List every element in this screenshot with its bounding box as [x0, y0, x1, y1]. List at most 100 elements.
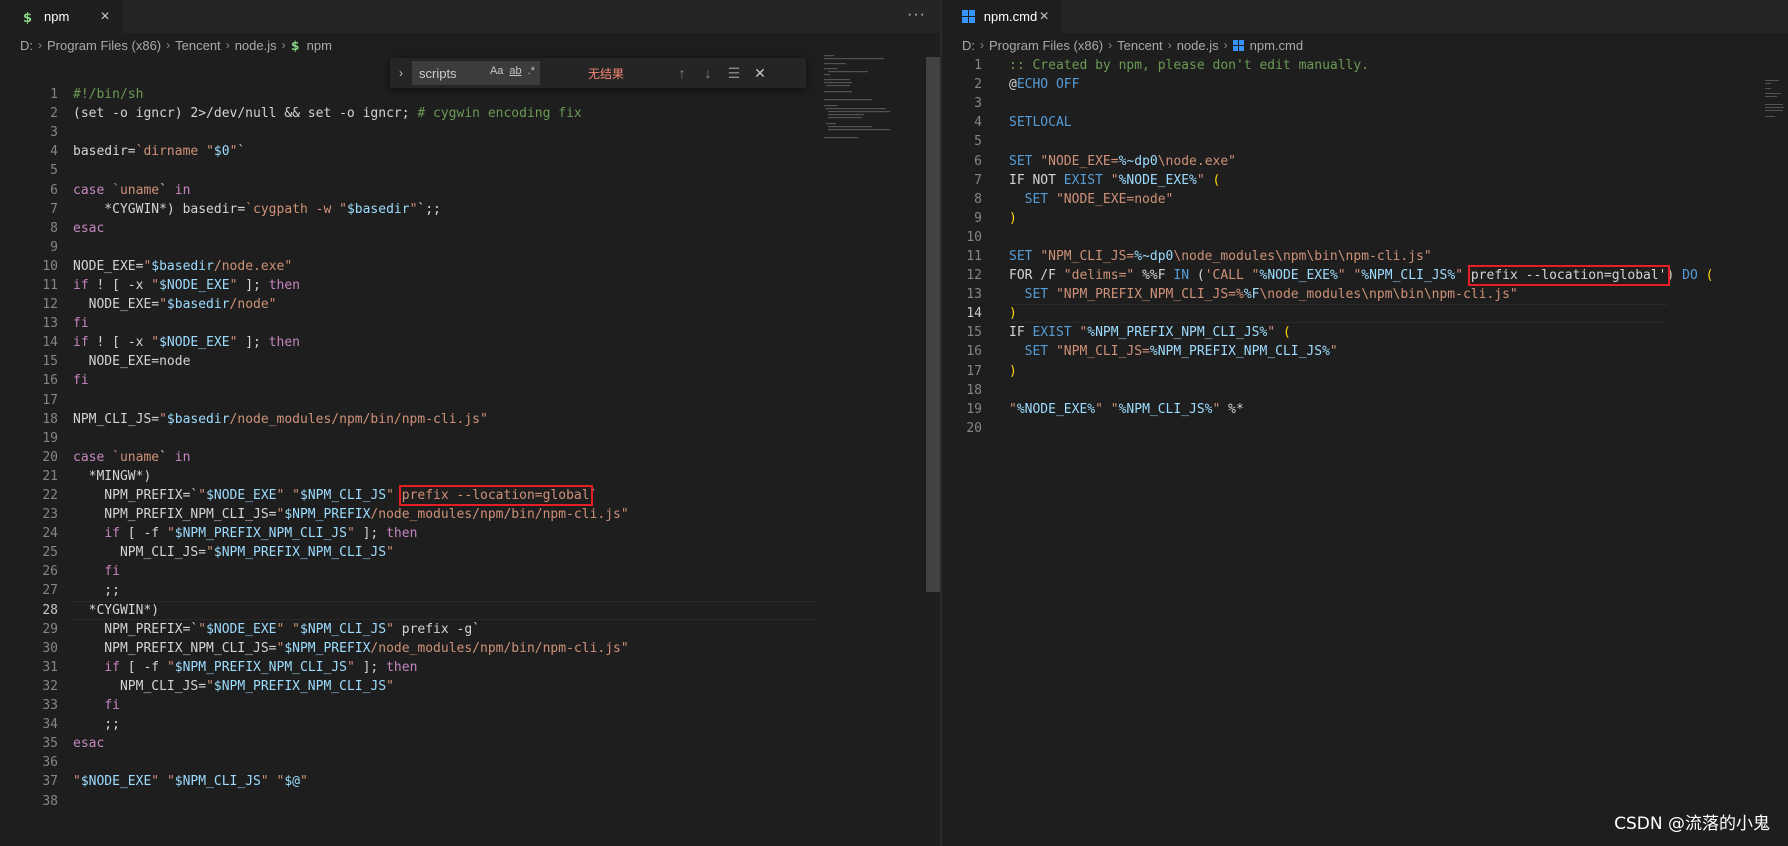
- code-line[interactable]: 23 NPM_PREFIX_NPM_CLI_JS="$NPM_PREFIX/no…: [0, 505, 940, 524]
- breadcrumb-item[interactable]: node.js: [235, 38, 277, 53]
- breadcrumb-item[interactable]: Tencent: [1117, 38, 1163, 53]
- code-line[interactable]: 1:: Created by npm, please don't edit ma…: [942, 56, 1788, 75]
- code-editor[interactable]: 1:: Created by npm, please don't edit ma…: [942, 56, 1788, 438]
- code-line[interactable]: 15 NODE_EXE=node: [0, 352, 940, 371]
- line-number: 12: [42, 297, 58, 313]
- breadcrumb-item[interactable]: Program Files (x86): [989, 38, 1103, 53]
- code-text: basedir=`dirname "$0"`: [73, 144, 246, 160]
- code-line[interactable]: 33 fi: [0, 696, 940, 715]
- code-line[interactable]: 6 SET "NODE_EXE=%~dp0\node.exe": [942, 151, 1788, 170]
- code-line[interactable]: 5: [942, 132, 1788, 151]
- code-line[interactable]: 7 IF NOT EXIST "%NODE_EXE%" (: [942, 171, 1788, 190]
- code-line[interactable]: 13 SET "NPM_PREFIX_NPM_CLI_JS=%%F\node_m…: [942, 285, 1788, 304]
- code-line[interactable]: 4 SETLOCAL: [942, 113, 1788, 132]
- code-line[interactable]: 19 "%NODE_EXE%" "%NPM_CLI_JS%" %*: [942, 400, 1788, 419]
- code-line[interactable]: 28 *CYGWIN*): [0, 600, 940, 620]
- code-line[interactable]: 8 SET "NODE_EXE=node": [942, 190, 1788, 209]
- code-line[interactable]: 5: [0, 161, 940, 180]
- breadcrumb-item[interactable]: node.js: [1177, 38, 1219, 53]
- code-text: fi: [73, 316, 89, 332]
- code-line[interactable]: 20 case `uname` in: [0, 448, 940, 467]
- breadcrumb-item[interactable]: D:: [20, 38, 33, 53]
- code-line[interactable]: 27 ;;: [0, 581, 940, 600]
- match-case-toggle[interactable]: Aa: [490, 65, 503, 77]
- code-line[interactable]: 2 (set -o igncr) 2>/dev/null && set -o ig…: [0, 104, 940, 123]
- code-line[interactable]: 7 *CYGWIN*) basedir=`cygpath -w "$basedi…: [0, 200, 940, 219]
- code-line[interactable]: 9): [942, 209, 1788, 228]
- breadcrumb-item[interactable]: D:: [962, 38, 975, 53]
- code-line[interactable]: 26 fi: [0, 562, 940, 581]
- code-line[interactable]: 30 NPM_PREFIX_NPM_CLI_JS="$NPM_PREFIX/no…: [0, 639, 940, 658]
- code-line[interactable]: 17): [942, 362, 1788, 381]
- code-line[interactable]: 8 esac: [0, 219, 940, 238]
- code-line[interactable]: 13 fi: [0, 314, 940, 333]
- tab-npm-cmd[interactable]: npm.cmd ×: [942, 0, 1061, 33]
- code-line[interactable]: 16 SET "NPM_CLI_JS=%NPM_PREFIX_NPM_CLI_J…: [942, 342, 1788, 361]
- code-line[interactable]: 21 *MINGW*): [0, 467, 940, 486]
- code-line[interactable]: 22 NPM_PREFIX=`"$NODE_EXE" "$NPM_CLI_JS"…: [0, 485, 940, 507]
- code-line[interactable]: 35 esac: [0, 734, 940, 753]
- code-line[interactable]: 10 NODE_EXE="$basedir/node.exe": [0, 257, 940, 276]
- whole-word-toggle[interactable]: ab: [509, 65, 521, 77]
- scrollbar-thumb[interactable]: [926, 57, 940, 592]
- code-line[interactable]: 29 NPM_PREFIX=`"$NODE_EXE" "$NPM_CLI_JS"…: [0, 620, 940, 639]
- close-icon[interactable]: ×: [97, 8, 113, 26]
- code-line[interactable]: 3: [0, 123, 940, 142]
- code-line[interactable]: 4 basedir=`dirname "$0"`: [0, 142, 940, 161]
- code-text: if ! [ -x "$NODE_EXE" ]; then: [73, 335, 301, 351]
- code-text: ;;: [73, 717, 120, 733]
- code-text: #!/bin/sh: [73, 87, 144, 103]
- code-line[interactable]: 31 if [ -f "$NPM_PREFIX_NPM_CLI_JS" ]; t…: [0, 658, 940, 677]
- code-line[interactable]: 24 if [ -f "$NPM_PREFIX_NPM_CLI_JS" ]; t…: [0, 524, 940, 543]
- code-text: ;;: [73, 583, 120, 599]
- code-line[interactable]: 18: [942, 381, 1788, 400]
- breadcrumb-item[interactable]: Tencent: [175, 38, 221, 53]
- breadcrumb-item[interactable]: Program Files (x86): [47, 38, 161, 53]
- code-line[interactable]: 11 SET "NPM_CLI_JS=%~dp0\node_modules\npm…: [942, 247, 1788, 266]
- line-number: 3: [974, 96, 982, 112]
- code-line[interactable]: 14): [942, 304, 1788, 324]
- find-in-selection-icon[interactable]: ☰: [722, 65, 746, 82]
- regex-toggle[interactable]: .*: [528, 65, 535, 77]
- code-line[interactable]: 14 if ! [ -x "$NODE_EXE" ]; then: [0, 333, 940, 352]
- breadcrumb-item[interactable]: npm: [307, 38, 332, 53]
- code-line[interactable]: 2 @ECHO OFF: [942, 75, 1788, 94]
- code-line[interactable]: 12 NODE_EXE="$basedir/node": [0, 295, 940, 314]
- minimap[interactable]: [822, 55, 922, 145]
- code-line[interactable]: 18 NPM_CLI_JS="$basedir/node_modules/npm/…: [0, 410, 940, 429]
- code-line[interactable]: 12 FOR /F "delims=" %%F IN ('CALL "%NODE_…: [942, 265, 1788, 287]
- line-number: 30: [42, 640, 58, 656]
- tab-npm[interactable]: $ npm ×: [0, 0, 123, 33]
- minimap[interactable]: [1764, 55, 1784, 145]
- vertical-scrollbar[interactable]: [926, 57, 940, 846]
- code-line[interactable]: 9: [0, 238, 940, 257]
- code-line[interactable]: 15 IF EXIST "%NPM_PREFIX_NPM_CLI_JS%" (: [942, 323, 1788, 342]
- code-line[interactable]: 25 NPM_CLI_JS="$NPM_PREFIX_NPM_CLI_JS": [0, 543, 940, 562]
- line-number: 20: [42, 449, 58, 465]
- code-line[interactable]: 38: [0, 791, 940, 810]
- code-editor[interactable]: 1 #!/bin/sh 2 (set -o igncr) 2>/dev/null &&…: [0, 85, 940, 811]
- code-line[interactable]: 11 if ! [ -x "$NODE_EXE" ]; then: [0, 276, 940, 295]
- next-match-arrow-down-icon[interactable]: ↓: [696, 65, 720, 81]
- code-line[interactable]: 34 ;;: [0, 715, 940, 734]
- more-actions-icon[interactable]: ···: [907, 6, 926, 24]
- code-line[interactable]: 6 case `uname` in: [0, 180, 940, 199]
- code-line[interactable]: 32 NPM_CLI_JS="$NPM_PREFIX_NPM_CLI_JS": [0, 677, 940, 696]
- previous-match-arrow-up-icon[interactable]: ↑: [670, 65, 694, 81]
- line-number: 9: [50, 239, 58, 255]
- close-icon[interactable]: ×: [1037, 8, 1051, 26]
- code-line[interactable]: 37 "$NODE_EXE" "$NPM_CLI_JS" "$@": [0, 772, 940, 791]
- find-input[interactable]: scripts Aa ab .*: [412, 61, 540, 85]
- toggle-replace-chevron-icon[interactable]: ›: [390, 66, 412, 80]
- code-line[interactable]: 3: [942, 94, 1788, 113]
- line-number: 5: [50, 163, 58, 179]
- breadcrumb-item[interactable]: npm.cmd: [1250, 38, 1303, 53]
- code-line[interactable]: 16 fi: [0, 371, 940, 390]
- code-line[interactable]: 20: [942, 419, 1788, 438]
- close-find-icon[interactable]: ✕: [748, 65, 772, 82]
- code-line[interactable]: 19: [0, 429, 940, 448]
- code-line[interactable]: 10: [942, 228, 1788, 247]
- code-line[interactable]: 17: [0, 391, 940, 410]
- code-line[interactable]: 36: [0, 753, 940, 772]
- line-number: 13: [42, 316, 58, 332]
